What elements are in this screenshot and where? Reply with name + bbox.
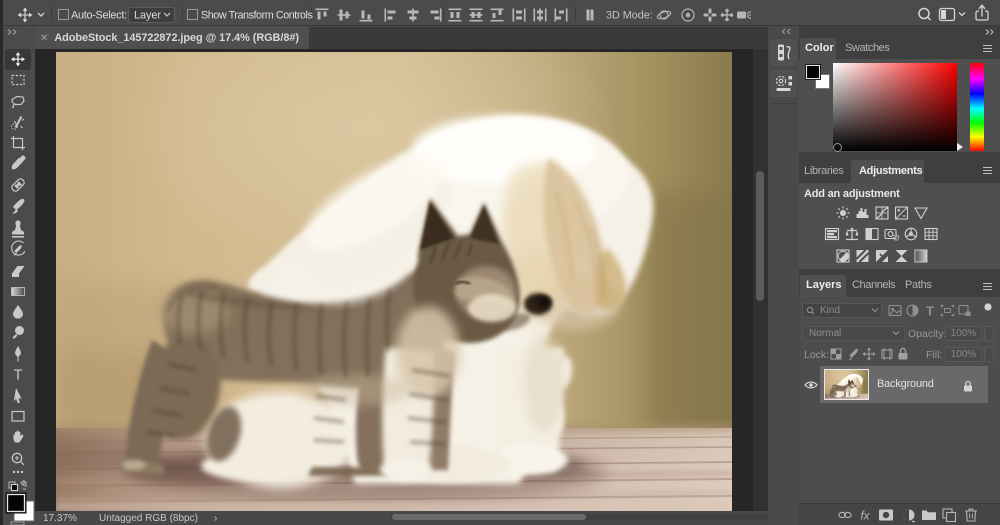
svg-text:T: T — [14, 368, 23, 384]
svg-text:3D Mode:: 3D Mode: — [606, 10, 653, 22]
svg-text:Show Transform Controls: Show Transform Controls — [201, 10, 314, 22]
svg-text:Auto-Select:: Auto-Select: — [71, 10, 127, 22]
svg-text:Layer: Layer — [134, 10, 161, 22]
